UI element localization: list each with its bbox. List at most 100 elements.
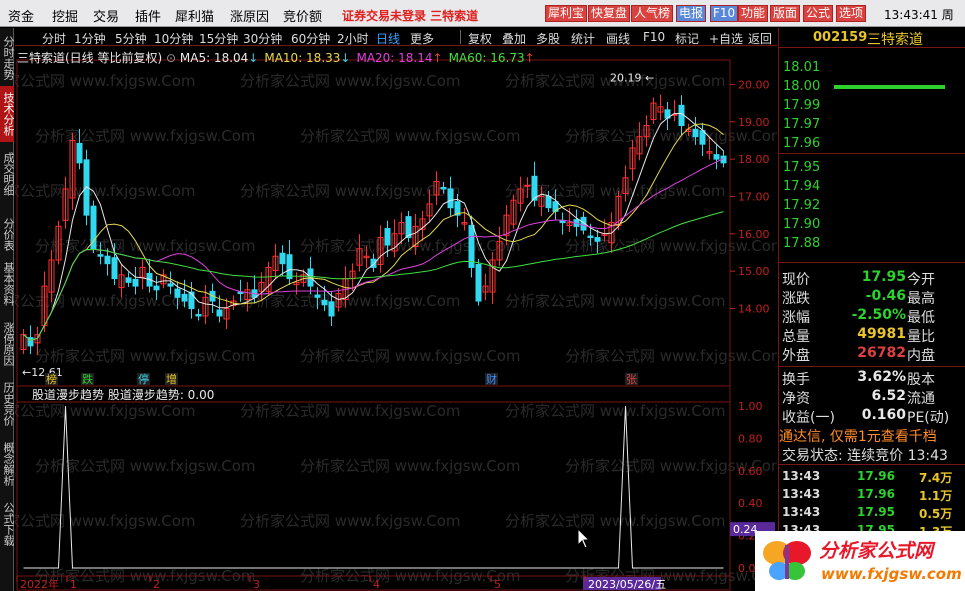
ma-arrow-2: ↑ [432,51,443,65]
toolbar-button-1[interactable]: 快复盘 [588,5,631,22]
left-tab-5[interactable]: 涨停原因 [0,316,15,372]
tool-8[interactable]: 返回 [748,30,772,47]
stock-code: 002159 [813,30,868,45]
trade-price: 17.96 [857,487,895,501]
watermark-text: 分析家公式网 www.fxjgsw.Com [505,182,726,200]
tool-6[interactable]: 标记 [675,30,699,47]
left-tab-8[interactable]: 公式下载 [0,496,15,552]
left-tab-6[interactable]: 历史竞价 [0,376,15,432]
tool-1[interactable]: 叠加 [502,30,526,47]
ma-label-2: MA20: 18.14 [356,51,433,65]
menu-item[interactable]: 犀利猫 [175,6,214,25]
watermark-text: 分析家公式网 www.fxjgsw.Com [565,347,777,365]
watermark-text: 分析家公式网 www.fxjgsw.Com [300,457,521,475]
tool-0[interactable]: 复权 [468,30,492,47]
candle-body [132,278,139,287]
period-7[interactable]: 2小时 [337,30,369,47]
candle-body [314,294,321,298]
trade-time: 13:43 [782,505,821,519]
toolbar-button-8[interactable]: 选项 [836,5,867,22]
candle-body [384,228,391,246]
toolbar-button-2[interactable]: 人气榜 [631,5,674,22]
period-toolbar: 分时 1分钟 5分钟 10分钟 15分钟 30分钟 60分钟 2小时 日线 更多 复权 叠加 多股 统计画… [15,28,777,46]
left-tab-0[interactable]: 分时走势 [0,30,15,86]
trade-row: 13:43 17.95 0.5万 [779,504,965,522]
tool-7[interactable]: +自选 [709,30,743,47]
tool-4[interactable]: 画线 [606,30,630,47]
x-tick-label: 4 [373,578,380,591]
login-alert[interactable]: 证券交易未登录 三特索道 [342,7,478,24]
logo-title: 分析家公式网 [819,540,934,562]
watermark-text: 分析家公式网 www.fxjgsw.Com [240,182,461,200]
tool-2[interactable]: 多股 [536,30,560,47]
quote-value: -2.50% [851,307,906,323]
x-tick-label: 5 [494,578,501,591]
candle-body [97,254,104,257]
bid-price: 17.88 [783,236,821,251]
toolbar-button-3[interactable]: 电报 [676,5,707,22]
ad-banner[interactable]: 通达信, 仅需1元查看千档 [779,426,965,444]
quote-value: 3.62% [857,369,906,385]
menu-item[interactable]: 资金 [8,6,34,25]
menu-item[interactable]: 竞价额 [283,6,322,25]
watermark-text: 分析家公式网 www.fxjgsw.Com [505,512,726,530]
period-9[interactable]: 更多 [410,30,434,47]
tool-3[interactable]: 统计 [571,30,595,47]
ask-price: 18.00 [783,79,821,94]
period-6[interactable]: 60分钟 [291,30,330,47]
quote-label-2: 最低 [907,310,935,326]
quote-label: 收益(一) [782,410,835,426]
period-4[interactable]: 15分钟 [199,30,238,47]
x-tick-label: 3 [253,578,260,591]
toolbar-button-0[interactable]: 犀利宝 [545,5,588,22]
ask-row: 18.01 [779,58,965,77]
left-tab-2[interactable]: 成交明细 [0,146,15,202]
toolbar-button-5[interactable]: 功能 [738,5,769,22]
bid-row: 17.92 [779,196,965,215]
candle-body [111,257,118,280]
ind-tick-label: 0.40 [738,497,763,510]
chart-panel: 分析家公式网 www.fxjgsw.Com 分析家公式网 www.fxjgsw.C… [15,46,777,591]
quote-label: 外盘 [782,348,810,364]
period-2[interactable]: 5分钟 [115,30,147,47]
candle-body [594,237,601,242]
y-tick-label: 16.00 [738,228,770,241]
toolbar-button-4[interactable]: F10 [710,5,739,22]
period-1[interactable]: 1分钟 [74,30,106,47]
period-3[interactable]: 10分钟 [154,30,193,47]
toolbar-button-7[interactable]: 公式 [803,5,834,22]
left-tab-3[interactable]: 分价表 [0,206,15,262]
quote-row: 现价 17.95 今开 [779,268,965,288]
menu-item[interactable]: 交易 [93,6,119,25]
candle-body [713,154,720,160]
trade-row: 13:43 17.96 7.4万 [779,468,965,486]
trade-volume: 7.4万 [919,471,953,485]
watermark-text: 分析家公式网 www.fxjgsw.Com [15,182,196,200]
quote-row: 换手 3.62% 股本 [779,368,965,388]
left-tab-7[interactable]: 概念解析 [0,436,15,492]
quote-label: 现价 [782,272,810,288]
period-5[interactable]: 30分钟 [243,30,282,47]
candle-body [587,235,594,239]
price-chart[interactable]: 分析家公式网 www.fxjgsw.Com 分析家公式网 www.fxjgsw.C… [15,46,777,591]
menu-item[interactable]: 插件 [135,6,161,25]
toolbar-button-6[interactable]: 版面 [770,5,801,22]
candle-body [440,186,447,190]
y-tick-label: 15.00 [738,265,770,278]
watermark-text: 分析家公式网 www.fxjgsw.Com [300,347,521,365]
left-tab-1[interactable]: 技术分析 [0,86,15,142]
period-0[interactable]: 分时 [42,30,66,47]
candle-body [181,293,188,302]
left-tab-4[interactable]: 基本资料 [0,256,15,312]
ma-label-0: MA5: 18.04 [179,51,249,65]
period-8[interactable]: 日线 [376,30,400,47]
quote-value: 49981 [857,326,906,342]
menu-bar: 资金 挖掘 交易 插件 犀利猫 涨原因 竞价额 证券交易未登录 三特索道 犀利宝 快复盘 人气榜 电报… [0,0,965,39]
candle-body [216,309,223,317]
tool-5[interactable]: F10 [643,30,665,44]
menu-item[interactable]: 涨原因 [230,6,269,25]
watermark-text: 分析家公式网 www.fxjgsw.Com [15,512,196,530]
bid-price: 17.94 [783,179,821,194]
bid-price: 17.90 [783,217,821,232]
menu-item[interactable]: 挖掘 [52,6,78,25]
